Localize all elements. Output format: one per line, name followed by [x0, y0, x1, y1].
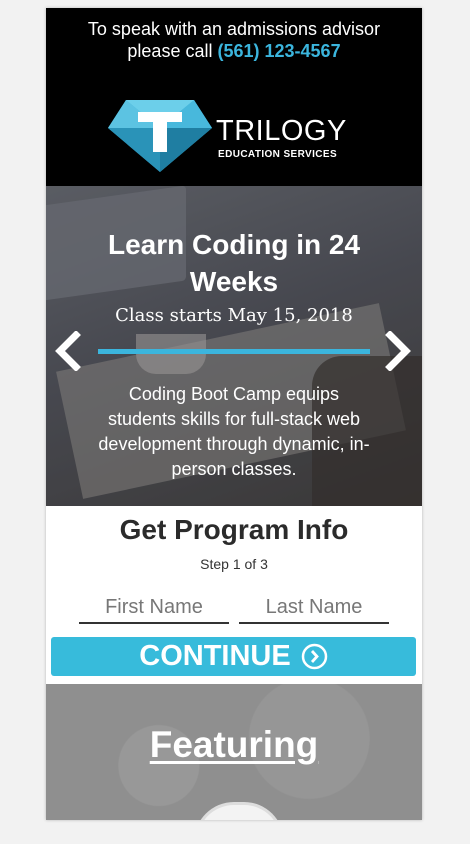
chevron-left-icon — [55, 330, 81, 372]
hero-title: Learn Coding in 24 Weeks — [46, 226, 422, 300]
trilogy-logo: TRILOGY EDUCATION SERVICES — [108, 98, 358, 176]
logo-subtitle: EDUCATION SERVICES — [218, 149, 338, 160]
continue-button[interactable]: CONTINUE — [51, 637, 416, 676]
class-start-date: Class starts May 15, 2018 — [115, 305, 353, 326]
hero-title-line-2: Weeks — [189, 266, 279, 297]
featuring-section: Featuring — [46, 684, 422, 820]
call-prefix: please call — [127, 41, 213, 61]
call-advisor-text: To speak with an admissions advisor plea… — [46, 18, 422, 62]
form-step-indicator: Step 1 of 3 — [200, 556, 268, 572]
program-info-form: Get Program Info Step 1 of 3 CONTINUE — [46, 506, 422, 684]
arrow-circle-right-icon — [301, 643, 327, 670]
hero-title-line-1: Learn Coding in 24 — [107, 229, 361, 260]
last-name-input[interactable] — [239, 592, 389, 624]
call-line-1: To speak with an admissions advisor — [87, 19, 381, 39]
trilogy-logo-icon — [108, 100, 212, 172]
hero-description: Coding Boot Camp equips students skills … — [98, 384, 370, 479]
hero-slider: Learn Coding in 24 Weeks Class starts Ma… — [46, 186, 422, 506]
header: To speak with an admissions advisor plea… — [46, 8, 422, 186]
first-name-input[interactable] — [79, 592, 229, 624]
chevron-right-icon — [385, 330, 411, 372]
slider-next-button[interactable] — [384, 330, 414, 372]
slider-prev-button[interactable] — [52, 330, 82, 372]
form-title: Get Program Info — [119, 514, 349, 545]
call-line-2: please call (561) 123-4567 — [46, 40, 422, 62]
logo-name: TRILOGY — [216, 115, 347, 147]
hero-divider — [98, 349, 370, 354]
phone-link[interactable]: (561) 123-4567 — [217, 41, 340, 61]
landing-page: To speak with an admissions advisor plea… — [46, 8, 422, 820]
featured-image — [194, 802, 284, 820]
continue-label: CONTINUE — [139, 640, 291, 672]
featuring-title: Featuring — [149, 724, 319, 765]
